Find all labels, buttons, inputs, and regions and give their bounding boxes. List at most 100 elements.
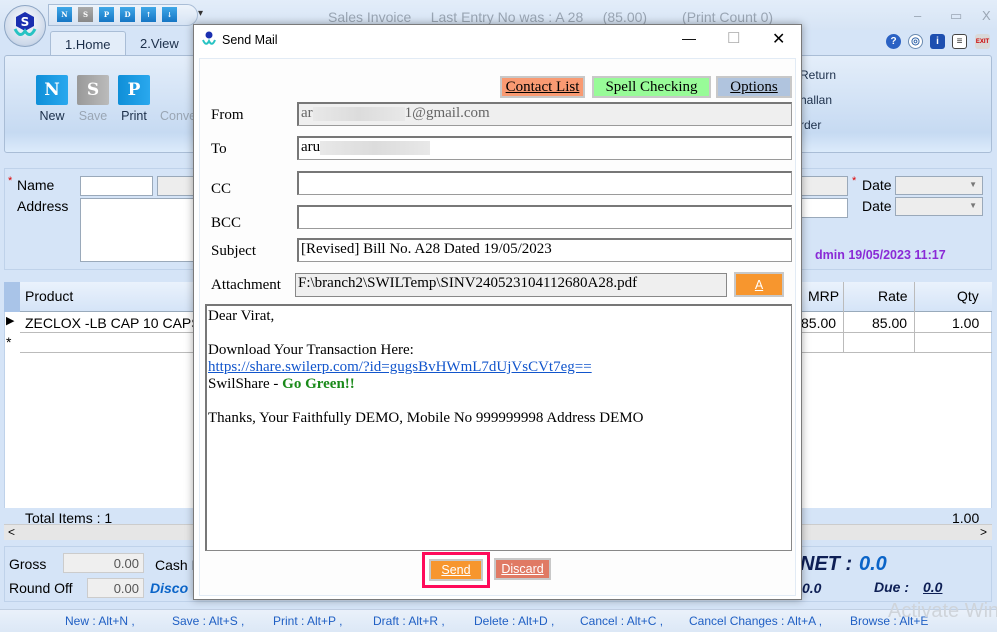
monitor-icon[interactable]: ◎ (908, 34, 923, 49)
attach-button[interactable]: A (734, 272, 784, 297)
print-icon: P (118, 75, 150, 105)
scroll-left-icon[interactable]: < (8, 525, 15, 539)
transaction-link[interactable]: https://share.swilerp.com/?id=gugsBvHWmL… (208, 359, 592, 375)
send-mail-dialog: Send Mail — ☐ ✕ Contact List Spell Check… (193, 24, 802, 600)
ribbon-item-return[interactable]: Return (800, 68, 836, 82)
body-greeting: Dear Virat, (208, 308, 275, 324)
document-icon[interactable]: ≡ (952, 34, 967, 49)
info-icon[interactable]: i (930, 34, 945, 49)
maximize-button[interactable]: ▭ (950, 8, 962, 24)
contact-list-button[interactable]: Contact List (500, 76, 585, 98)
shortcut-print: Print : Alt+P , (273, 614, 343, 628)
ribbon-item-challan[interactable]: hallan (800, 93, 832, 107)
subject-field[interactable]: [Revised] Bill No. A28 Dated 19/05/2023 (297, 238, 792, 262)
redacted-text (320, 140, 431, 155)
current-row-indicator: ▶ (6, 315, 15, 327)
redacted-text (312, 106, 405, 121)
app-logo-icon: S (12, 11, 38, 41)
party-dropdown[interactable] (800, 176, 848, 196)
column-product[interactable]: Product (25, 288, 73, 304)
shortcut-cancel-changes: Cancel Changes : Alt+A , (689, 614, 823, 628)
cell-product[interactable]: ZECLOX -LB CAP 10 CAPS (25, 315, 201, 331)
from-label: From (211, 107, 244, 123)
cell-rate[interactable]: 85.00 (872, 315, 907, 331)
spell-checking-button[interactable]: Spell Checking (592, 76, 711, 98)
address-input[interactable] (80, 198, 195, 262)
quick-access-toolbar: N S P D ↑ ↓ (48, 4, 198, 26)
ribbon-item-order[interactable]: rder (800, 118, 821, 132)
help-icon[interactable]: ? (886, 34, 901, 49)
cell-mrp[interactable]: 85.00 (801, 315, 836, 331)
window-title: Sales Invoice Last Entry No was : A 28 (… (328, 9, 774, 25)
party-field[interactable] (800, 198, 848, 218)
qat-down-button[interactable]: ↓ (162, 7, 177, 22)
cc-field[interactable] (297, 171, 792, 195)
close-button[interactable]: X (982, 8, 991, 23)
save-button[interactable]: S Save (73, 75, 113, 123)
to-field[interactable]: aru (297, 136, 792, 160)
message-body-editor[interactable]: Dear Virat, Download Your Transaction He… (205, 304, 792, 551)
round-off-value: 0.00 (87, 578, 144, 598)
date-dropdown-2[interactable]: ▼ (895, 197, 983, 216)
column-rate[interactable]: Rate (878, 288, 908, 304)
cc-label: CC (211, 181, 232, 197)
date-required-mark: * (852, 175, 857, 187)
bcc-field[interactable] (297, 205, 792, 229)
qat-new-button[interactable]: N (57, 7, 72, 22)
new-row-marker: * (6, 334, 12, 350)
dialog-logo-icon (202, 31, 216, 50)
attachment-field[interactable]: F:\branch2\SWILTemp\SINV240523104112680A… (295, 273, 727, 297)
tab-view[interactable]: 2.View (126, 31, 193, 55)
exit-icon[interactable]: EXIT (975, 34, 990, 49)
audit-info: dmin 19/05/2023 11:17 (815, 248, 946, 262)
gross-label: Gross (9, 556, 47, 572)
options-button[interactable]: Options (716, 76, 792, 98)
print-button[interactable]: P Print (114, 75, 154, 123)
name-input[interactable] (80, 176, 153, 196)
shortcut-new: New : Alt+N , (65, 614, 135, 628)
column-qty[interactable]: Qty (957, 288, 979, 304)
grid-corner (4, 282, 20, 312)
save-label: Save (78, 109, 108, 123)
date-label-2: Date (862, 198, 892, 214)
shortcut-delete: Delete : Alt+D , (474, 614, 555, 628)
scroll-right-icon[interactable]: > (980, 525, 987, 539)
dialog-maximize-button[interactable]: ☐ (727, 29, 740, 47)
app-menu-button[interactable]: S (4, 5, 46, 47)
name-lookup-input[interactable] (157, 176, 197, 196)
date-label-1: Date (862, 177, 892, 193)
discount-link[interactable]: Disco (150, 580, 188, 596)
tab-home[interactable]: 1.Home (50, 31, 126, 55)
qat-save-button[interactable]: S (78, 7, 93, 22)
qat-up-button[interactable]: ↑ (141, 7, 156, 22)
minimize-button[interactable]: – (914, 8, 921, 23)
qat-draft-button[interactable]: D (120, 7, 135, 22)
qat-print-button[interactable]: P (99, 7, 114, 22)
activation-watermark: Activate Win (888, 600, 997, 622)
chevron-down-icon: ▼ (969, 180, 977, 189)
to-label: To (211, 141, 227, 157)
address-label: Address (17, 198, 69, 214)
gross-value: 0.00 (63, 553, 144, 573)
send-button[interactable]: Send (429, 559, 483, 581)
cell-qty[interactable]: 1.00 (952, 315, 979, 331)
discard-button[interactable]: Discard (494, 558, 551, 580)
required-mark: * (8, 175, 13, 187)
svg-text:S: S (21, 15, 30, 29)
new-button[interactable]: N New (32, 75, 72, 123)
dialog-minimize-button[interactable]: — (682, 30, 696, 46)
body-signature: Thanks, Your Faithfully DEMO, Mobile No … (208, 410, 644, 426)
date-dropdown-1[interactable]: ▼ (895, 176, 983, 195)
from-field[interactable]: ar 1@gmail.com (297, 102, 792, 126)
due-value[interactable]: 0.0 (923, 579, 942, 595)
column-mrp[interactable]: MRP (808, 288, 839, 304)
shortcut-cancel: Cancel : Alt+C , (580, 614, 664, 628)
round-off-label: Round Off (9, 580, 73, 596)
paid-value: 0.0 (802, 580, 822, 596)
dialog-close-button[interactable]: ✕ (772, 29, 785, 49)
qat-customize-icon[interactable]: ▾ (198, 8, 203, 19)
net-label: NET : (800, 553, 853, 575)
shortcut-save: Save : Alt+S , (172, 614, 245, 628)
chevron-down-icon: ▼ (969, 201, 977, 210)
new-icon: N (36, 75, 68, 105)
